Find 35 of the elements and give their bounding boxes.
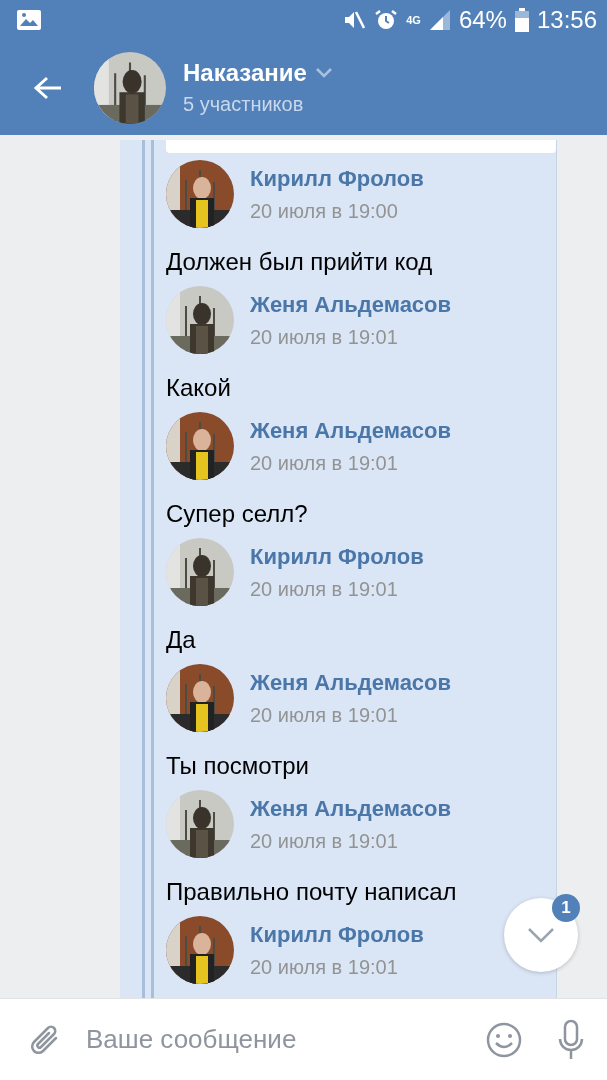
chat-subtitle: 5 участников [183,93,305,116]
message-text: Супер селл? [166,499,309,529]
author-name[interactable]: Кирилл Фролов [250,921,424,948]
message-text: Ты посмотри [166,751,310,781]
message-date: 20 июля в 19:01 [250,451,399,475]
author-name[interactable]: Женя Альдемасов [250,417,452,444]
message-date: 20 июля в 19:01 [250,577,399,601]
image-icon [16,9,42,31]
message-text: Должен был прийти код [166,247,434,277]
alarm-icon [374,8,399,32]
chat-title[interactable]: Наказание [183,59,307,87]
author-name[interactable]: Женя Альдемасов [250,795,452,822]
message-text: Какой [166,373,232,403]
clock: 13:56 [536,6,597,34]
author-name[interactable]: Кирилл Фролов [250,543,424,570]
network-type: 4G [406,14,421,26]
emoji-button[interactable] [485,1020,523,1059]
signal-icon [428,9,451,31]
message-text: Да [166,625,197,655]
author-name[interactable]: Кирилл Фролов [250,165,424,192]
microphone-button[interactable] [557,1018,585,1061]
back-arrow-icon[interactable] [33,74,63,101]
message-date: 20 июля в 19:01 [250,703,399,727]
message-date: 20 июля в 19:01 [250,829,399,853]
message-date: 20 июля в 19:01 [250,955,399,979]
chevron-down-icon[interactable] [527,927,555,943]
message-date: 20 июля в 19:00 [250,199,399,223]
battery-icon [514,8,529,32]
author-name[interactable]: Женя Альдемасов [250,669,452,696]
message-text: Правильно почту написал [166,877,458,907]
chevron-down-icon[interactable] [314,67,333,79]
author-name[interactable]: Женя Альдемасов [250,291,452,318]
message-date: 20 июля в 19:01 [250,325,399,349]
unread-badge: 1 [552,894,580,922]
battery-level: 64% [458,6,507,34]
